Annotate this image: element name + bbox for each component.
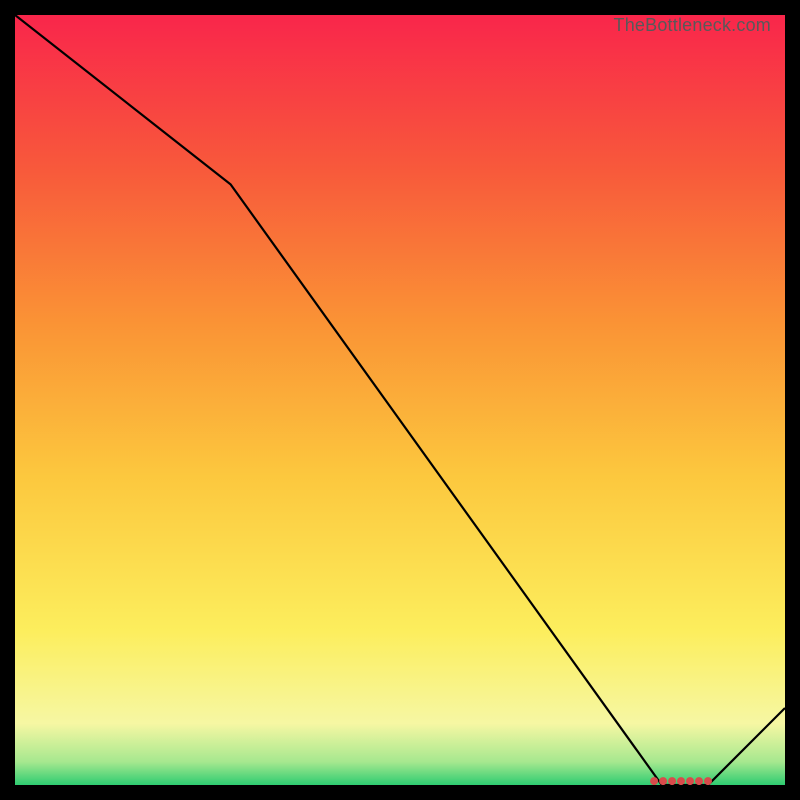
marker-dot [695,777,703,785]
marker-dot [650,777,658,785]
marker-dot [677,777,685,785]
marker-dot [704,777,712,785]
optimal-marker-dots [650,777,712,785]
chart-container: TheBottleneck.com [0,0,800,800]
marker-dot [668,777,676,785]
watermark-text: TheBottleneck.com [614,15,771,36]
marker-dot [659,777,667,785]
marker-dot [686,777,694,785]
chart-curve [15,15,785,785]
plot-area: TheBottleneck.com [15,15,785,785]
line-chart-svg [15,15,785,785]
